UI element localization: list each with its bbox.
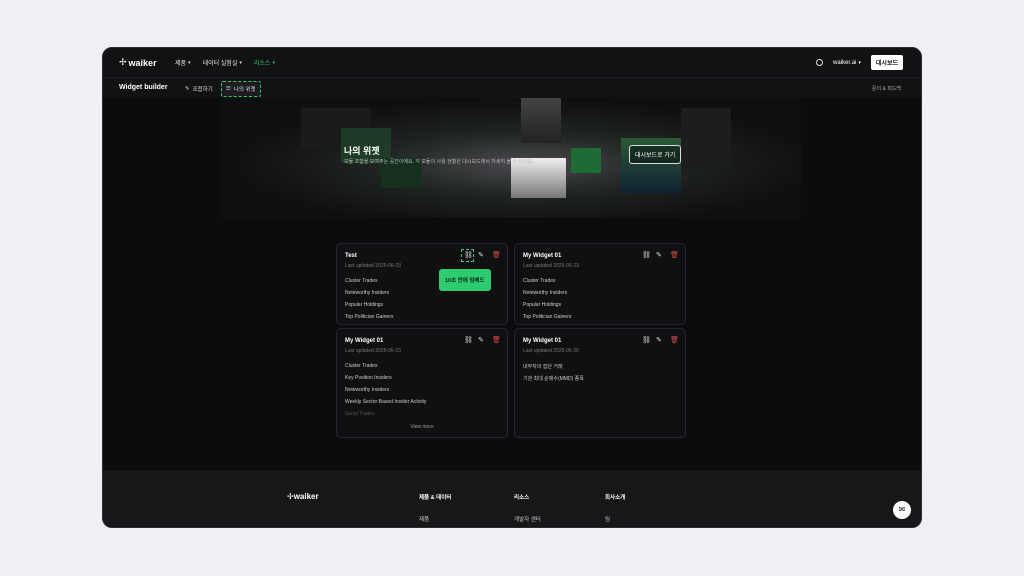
widget-title: My Widget 01 bbox=[523, 253, 562, 259]
widget-title: My Widget 01 bbox=[523, 338, 562, 344]
account-name: waiker.ai bbox=[833, 59, 857, 66]
tab-my-widgets[interactable]: ☰ 나의 위젯 bbox=[220, 81, 261, 97]
footer-link[interactable]: 개발자 센터 bbox=[514, 515, 541, 523]
list-item: Noteworthy Insiders bbox=[345, 290, 390, 296]
list-item: Popular Holdings bbox=[523, 302, 562, 308]
chevron-down-icon: ▾ bbox=[239, 59, 242, 66]
trash-icon[interactable]: 🗑 bbox=[670, 252, 679, 259]
list-item: Cluster Trades bbox=[345, 363, 378, 369]
go-to-dashboard-button[interactable]: 대시보드로 가기 bbox=[629, 145, 682, 164]
compose-icon: ✎ bbox=[185, 86, 190, 92]
edit-icon[interactable]: ✎ bbox=[478, 337, 485, 344]
feedback-link[interactable]: 문의 & 피드백 bbox=[872, 85, 901, 92]
globe-icon[interactable] bbox=[816, 59, 824, 66]
hero-title: 나의 위젯 bbox=[344, 146, 380, 156]
list-item: Key Position Insiders bbox=[345, 375, 392, 381]
list-item: Popular Holdings bbox=[345, 302, 384, 308]
widget-date: Last updated 2025-06-23 bbox=[523, 263, 579, 269]
link-icon[interactable]: ⛓ bbox=[461, 249, 474, 262]
link-icon[interactable]: ⛓ bbox=[642, 252, 651, 259]
footer-logo-text: waiker bbox=[293, 492, 319, 501]
logo[interactable]: ✢ waiker bbox=[119, 57, 157, 68]
widget-card: My Widget 01 Last updated 2025-06-23 ⛓ ✎… bbox=[514, 243, 686, 325]
edit-icon[interactable]: ✎ bbox=[656, 337, 663, 344]
top-nav: ✢ waiker 제품 ▾ 데이터 실험실 ▾ 리소스 ▾ waiker.ai ▾ 대시보… bbox=[103, 48, 921, 77]
edit-icon[interactable]: ✎ bbox=[656, 252, 663, 259]
sub-bar: Widget builder ✎ 조합하기 ☰ 나의 위젯 문의 & 피드백 bbox=[103, 77, 921, 98]
widget-title: My Widget 01 bbox=[345, 338, 384, 344]
widget-card: My Widget 01 Last updated 2025-06-23 ⛓ ✎… bbox=[336, 328, 508, 438]
tab-compose[interactable]: ✎ 조합하기 bbox=[181, 81, 217, 97]
link-icon[interactable]: ⛓ bbox=[642, 337, 651, 344]
trash-icon[interactable]: 🗑 bbox=[492, 252, 501, 259]
widget-title: Test bbox=[345, 253, 357, 259]
list-icon: ☰ bbox=[225, 86, 231, 92]
chevron-down-icon: ▾ bbox=[272, 59, 275, 66]
footer: ✢waiker 제품 & 데이터 제품 리소스 개발자 센터 회사소개 팀 bbox=[103, 470, 921, 527]
logo-mark-icon: ✢ bbox=[287, 492, 294, 501]
widget-date: Last updated 2025-06-20 bbox=[523, 348, 579, 354]
footer-link[interactable]: 제품 bbox=[419, 515, 451, 523]
footer-heading: 리소스 bbox=[514, 495, 530, 501]
widget-date: Last updated 2025-06-23 bbox=[345, 348, 401, 354]
dashboard-button[interactable]: 대시보드 bbox=[870, 55, 903, 70]
chevron-down-icon: ▾ bbox=[858, 59, 861, 66]
hero-block-decoration bbox=[681, 108, 731, 168]
chevron-down-icon: ▾ bbox=[188, 59, 191, 66]
list-item: 기관 최대 순매수(MMD) 종목 bbox=[523, 376, 584, 382]
account-menu[interactable]: waiker.ai ▾ bbox=[833, 60, 861, 66]
list-item: Top Politician Gainers bbox=[523, 314, 572, 320]
hero-description: 모듈 조합을 보여주는 공간이에요. 각 모듈의 사용 현황은 대시보드에서 자… bbox=[344, 159, 534, 165]
list-item: Top Politician Gainers bbox=[345, 314, 394, 320]
nav-item-resources[interactable]: 리소스 ▾ bbox=[253, 58, 275, 68]
chat-icon[interactable]: ✉ bbox=[893, 501, 911, 519]
trash-icon[interactable]: 🗑 bbox=[492, 337, 501, 344]
nav-label: 제품 bbox=[175, 61, 187, 67]
edit-icon[interactable]: ✎ bbox=[478, 252, 485, 259]
widget-date: Last updated 2025-06-23 bbox=[345, 263, 401, 269]
footer-logo[interactable]: ✢waiker bbox=[287, 492, 319, 501]
list-item: Serial Trades bbox=[345, 411, 375, 417]
footer-column: 회사소개 팀 bbox=[605, 493, 625, 523]
nav-label: 데이터 실험실 bbox=[202, 61, 238, 67]
list-item: Cluster Trades bbox=[523, 278, 556, 284]
hero-block-decoration bbox=[521, 98, 561, 143]
logo-mark-icon: ✢ bbox=[119, 57, 127, 67]
tab-label: 조합하기 bbox=[192, 87, 213, 93]
app-window: ✢ waiker 제품 ▾ 데이터 실험실 ▾ 리소스 ▾ waiker.ai ▾ 대시보… bbox=[102, 47, 922, 528]
view-more-button[interactable]: View more bbox=[337, 424, 507, 430]
list-item: Noteworthy Insiders bbox=[345, 387, 390, 393]
nav-item-products[interactable]: 제품 ▾ bbox=[175, 58, 191, 68]
nav-item-data-lab[interactable]: 데이터 실험실 ▾ bbox=[202, 58, 242, 68]
link-icon[interactable]: ⛓ bbox=[464, 337, 473, 344]
trash-icon[interactable]: 🗑 bbox=[670, 337, 679, 344]
footer-link[interactable]: 팀 bbox=[605, 515, 625, 523]
embed-tooltip: 10초 만에 임베드 bbox=[439, 269, 491, 291]
list-item: Weekly Sector-Based Insider Activity bbox=[345, 399, 427, 405]
footer-column: 리소스 개발자 센터 bbox=[514, 493, 541, 523]
footer-column: 제품 & 데이터 제품 bbox=[419, 493, 451, 523]
tab-label: 나의 위젯 bbox=[233, 87, 256, 93]
footer-heading: 회사소개 bbox=[605, 495, 626, 501]
page-title: Widget builder bbox=[119, 84, 168, 91]
list-item: Noteworthy Insiders bbox=[523, 290, 568, 296]
nav-label: 리소스 bbox=[253, 61, 271, 67]
list-item: 내부자의 집단 거래 bbox=[523, 364, 563, 370]
list-item: Cluster Trades bbox=[345, 278, 378, 284]
logo-text: waiker bbox=[128, 57, 157, 68]
widget-card: My Widget 01 Last updated 2025-06-20 ⛓ ✎… bbox=[514, 328, 686, 438]
footer-heading: 제품 & 데이터 bbox=[419, 495, 452, 501]
hero-block-decoration bbox=[571, 148, 601, 173]
